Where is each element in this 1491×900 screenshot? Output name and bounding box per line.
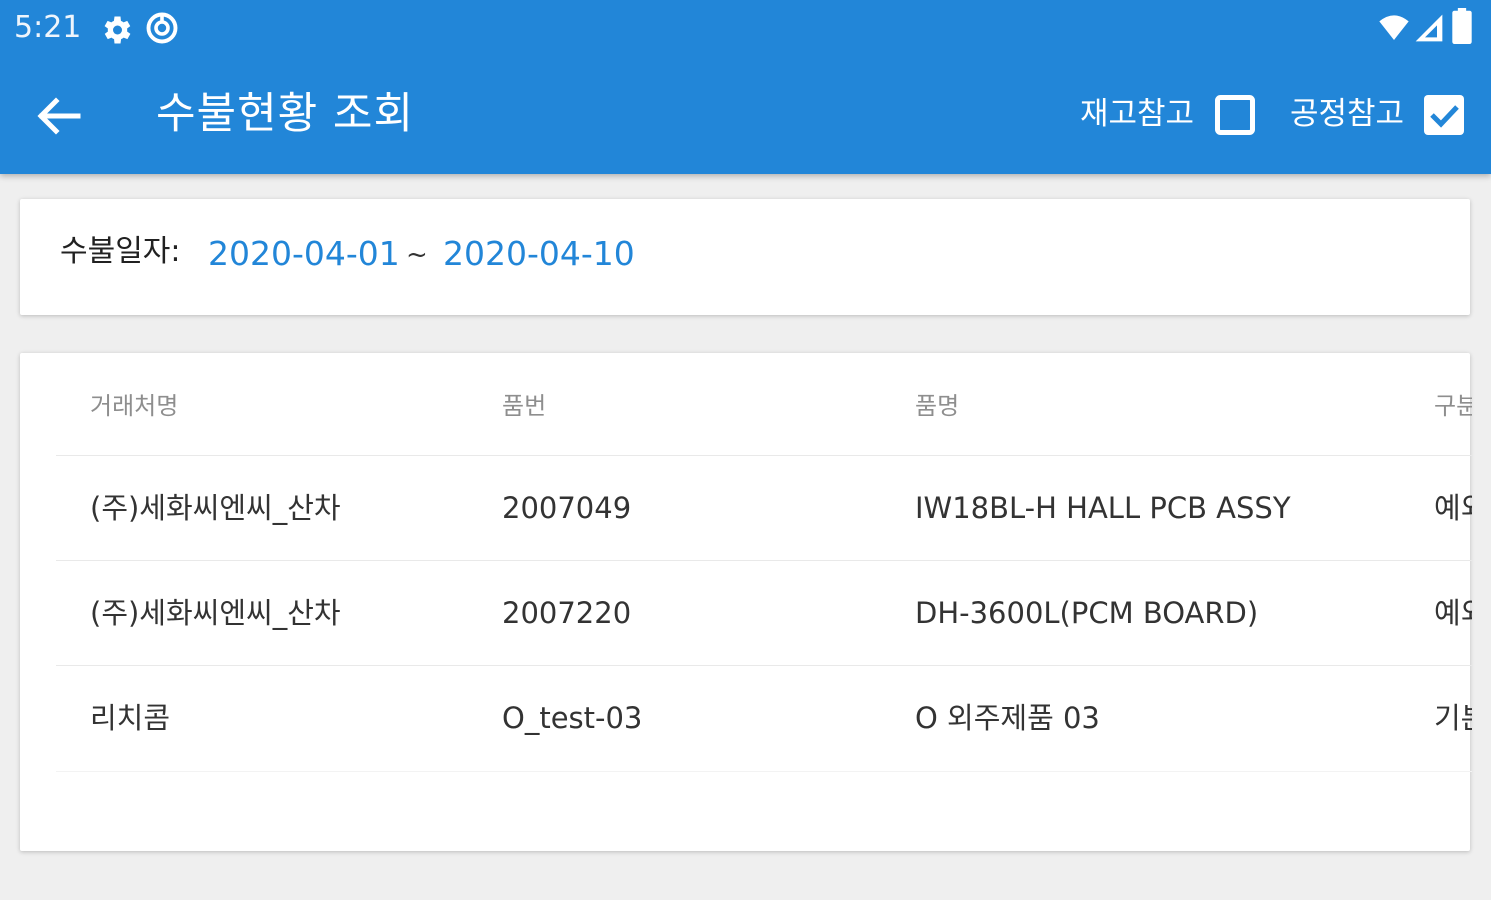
table-row[interactable]: (주)세화씨엔씨_산차 2007049 IW18BL-H HALL PCB AS… <box>56 455 1472 560</box>
end-date-picker[interactable]: 2020-04-10 <box>443 231 635 277</box>
header-vendor-name: 거래처명 <box>90 392 179 420</box>
signal-icon <box>1415 14 1443 42</box>
start-date-picker[interactable]: 2020-04-01 <box>208 231 400 277</box>
inventory-reference-checkbox[interactable] <box>1215 95 1255 135</box>
cell-vendor-name: (주)세화씨엔씨_산차 <box>90 596 341 630</box>
sync-icon <box>146 12 178 44</box>
table-row[interactable]: 리치콤 O_test-03 O 외주제품 03 기본 <box>56 665 1472 770</box>
app-bar: 5:21 수불현황 조회 재고참고 공정참고 <box>0 0 1491 174</box>
cell-item-name: O 외주제품 03 <box>915 701 1100 735</box>
wifi-icon <box>1379 15 1409 41</box>
date-range-label: 수불일자: <box>60 234 181 269</box>
header-category: 구분 <box>1434 392 1472 420</box>
cell-category: 기본 <box>1434 701 1472 735</box>
back-arrow-button[interactable] <box>30 90 88 142</box>
cell-item-number: 2007220 <box>502 596 632 630</box>
cell-item-name: IW18BL-H HALL PCB ASSY <box>915 491 1291 525</box>
date-separator: ~ <box>406 240 428 270</box>
inventory-reference-label: 재고참고 <box>1080 96 1195 132</box>
table-row[interactable]: (주)세화씨엔씨_산차 2007220 DH-3600L(PCM BOARD) … <box>56 560 1472 665</box>
cell-vendor-name: (주)세화씨엔씨_산차 <box>90 491 341 525</box>
results-table-card: 거래처명 품번 품명 구분 (주)세화씨엔씨_산차 2007049 IW18BL… <box>20 353 1472 851</box>
page-title: 수불현황 조회 <box>156 89 415 139</box>
status-time: 5:21 <box>14 10 82 45</box>
cell-item-number: 2007049 <box>502 491 632 525</box>
cell-category: 예외 <box>1434 596 1472 630</box>
cell-vendor-name: 리치콤 <box>90 701 171 735</box>
date-filter-card: 수불일자: 2020-04-01 ~ 2020-04-10 <box>20 199 1470 315</box>
cell-item-number: O_test-03 <box>502 701 643 735</box>
cell-item-name: DH-3600L(PCM BOARD) <box>915 596 1259 630</box>
header-item-name: 품명 <box>915 392 960 420</box>
table-bottom-divider <box>56 771 1472 772</box>
battery-icon <box>1452 8 1472 44</box>
process-reference-label: 공정참고 <box>1290 96 1405 132</box>
results-table[interactable]: 거래처명 품번 품명 구분 (주)세화씨엔씨_산차 2007049 IW18BL… <box>20 353 1472 851</box>
header-item-number: 품번 <box>502 392 547 420</box>
gear-icon <box>104 16 131 44</box>
process-reference-checkbox[interactable] <box>1424 95 1464 135</box>
cell-category: 예외 <box>1434 491 1472 525</box>
